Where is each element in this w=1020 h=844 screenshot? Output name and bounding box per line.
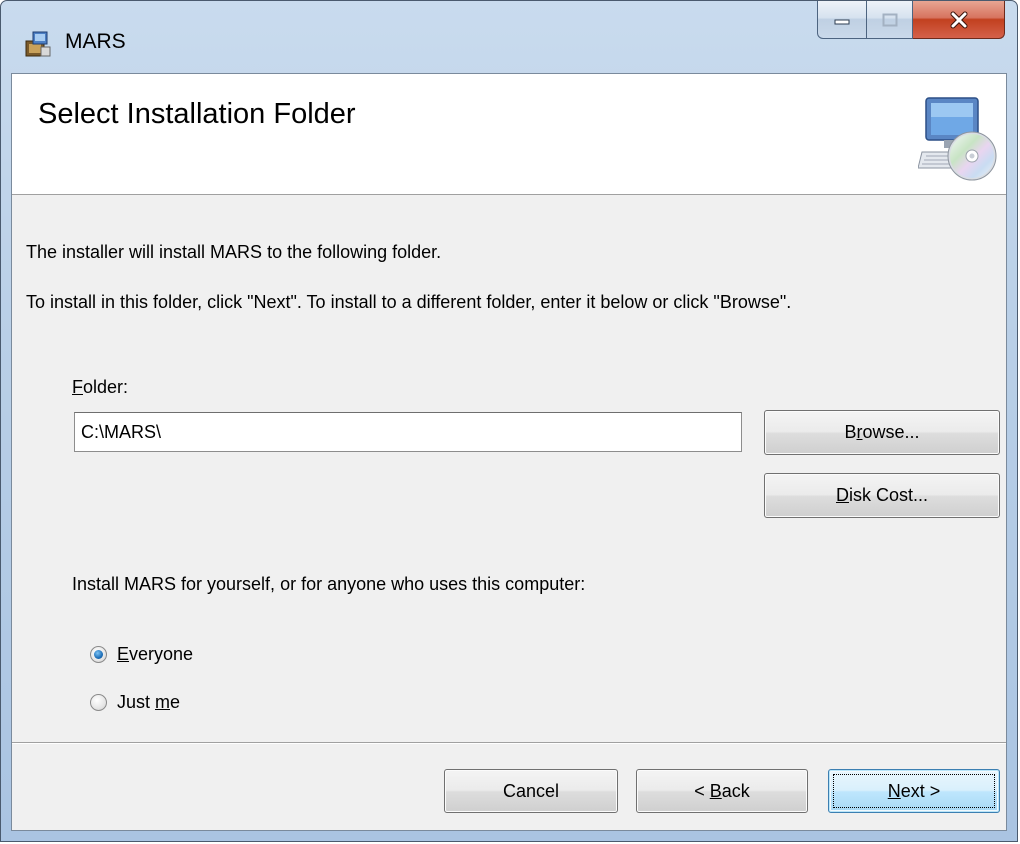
installer-window: MARS Select Installation Folder The inst… — [0, 0, 1018, 842]
cancel-button[interactable]: Cancel — [444, 769, 618, 813]
next-label-accel: N — [887, 780, 901, 801]
instructions-text: To install in this folder, click "Next".… — [26, 292, 792, 312]
next-label-post: ext > — [900, 780, 941, 801]
radio-just-me-label-accel: m — [155, 692, 171, 712]
browse-button[interactable]: Browse... — [764, 410, 1000, 455]
radio-everyone-indicator[interactable] — [90, 646, 107, 663]
maximize-button[interactable] — [867, 1, 913, 39]
disk-cost-label-accel: D — [835, 485, 849, 505]
radio-everyone-label-accel: E — [117, 644, 130, 664]
next-label: Next > — [888, 781, 941, 802]
radio-just-me-label: Just me — [117, 692, 180, 713]
back-button[interactable]: < Back — [636, 769, 808, 813]
back-label-pre: < — [694, 780, 710, 801]
folder-label: Folder: — [72, 377, 128, 398]
dialog-client-area: Select Installation Folder The installer… — [11, 73, 1007, 831]
browse-label-post: owse... — [862, 422, 920, 442]
folder-label-rest: older: — [83, 377, 129, 397]
radio-just-me[interactable]: Just me — [90, 692, 180, 713]
cancel-label: Cancel — [502, 780, 560, 801]
back-label-post: ack — [721, 780, 750, 801]
maximize-icon — [882, 13, 897, 26]
radio-everyone[interactable]: Everyone — [90, 644, 193, 665]
caption-buttons — [817, 1, 1005, 41]
browse-label: Browse... — [844, 422, 919, 443]
window-title: MARS — [65, 30, 126, 53]
disk-cost-button[interactable]: Disk Cost... — [764, 473, 1000, 518]
folder-path-input[interactable] — [74, 412, 742, 452]
disk-cost-label-post: isk Cost... — [848, 485, 928, 505]
radio-just-me-label-rest: e — [170, 692, 181, 712]
radio-everyone-label-rest: veryone — [129, 644, 194, 664]
close-icon — [950, 11, 967, 28]
minimize-icon — [834, 19, 850, 24]
radio-just-me-label-pre: Just — [117, 692, 156, 712]
installer-app-icon — [25, 31, 51, 57]
title-bar[interactable]: MARS — [1, 1, 1017, 75]
folder-label-accel: F — [72, 377, 83, 397]
radio-just-me-indicator[interactable] — [90, 694, 107, 711]
computer-cd-icon — [918, 97, 997, 181]
install-for-prompt: Install MARS for yourself, or for anyone… — [72, 574, 586, 594]
close-button[interactable] — [913, 1, 1005, 39]
footer-divider — [12, 742, 1006, 744]
next-button[interactable]: Next > — [828, 769, 1000, 813]
radio-everyone-label: Everyone — [117, 644, 193, 665]
header-banner: Select Installation Folder — [12, 74, 1006, 195]
disk-cost-label: Disk Cost... — [836, 485, 928, 506]
back-label-accel: B — [709, 780, 722, 801]
page-title: Select Installation Folder — [38, 98, 356, 130]
minimize-button[interactable] — [817, 1, 867, 39]
back-label: < Back — [694, 781, 750, 802]
intro-text: The installer will install MARS to the f… — [26, 242, 442, 262]
browse-label-pre: B — [844, 422, 857, 442]
